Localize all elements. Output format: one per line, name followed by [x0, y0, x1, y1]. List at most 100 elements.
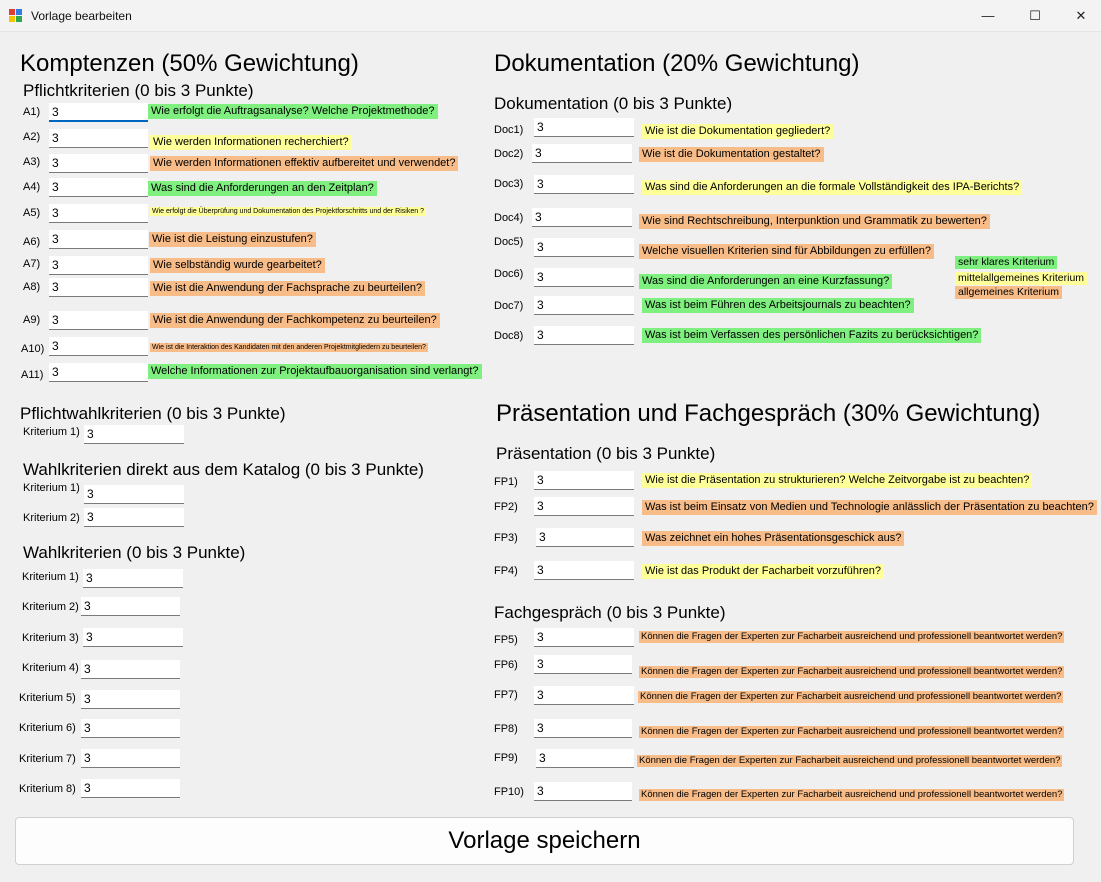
- fachgespraech-title: Fachgespräch (0 bis 3 Punkte): [494, 603, 726, 622]
- score-input-a10[interactable]: 3: [49, 337, 148, 356]
- legend-yellow: mittelallgemeines Kriterium: [955, 272, 1088, 285]
- criterion-question: Wie ist das Produkt der Facharbeit vorzu…: [642, 564, 885, 579]
- section-title-kompetenzen: Komptenzen (50% Gewichtung): [20, 50, 359, 77]
- score-input-wahl-4[interactable]: 3: [81, 660, 180, 679]
- criterion-label: Kriterium 8): [19, 783, 76, 795]
- criterion-label: A7): [23, 258, 41, 270]
- criterion-label: Kriterium 6): [19, 722, 76, 734]
- criterion-label: A6): [23, 236, 41, 248]
- criterion-label: Kriterium 2): [22, 601, 79, 613]
- criterion-label: A4): [23, 181, 41, 193]
- legend-green: sehr klares Kriterium: [955, 256, 1058, 269]
- criterion-label: FP3): [494, 532, 518, 544]
- criterion-label: Kriterium 7): [19, 753, 76, 765]
- score-input-a7[interactable]: 3: [49, 256, 148, 275]
- katalog-title: Wahlkriterien direkt aus dem Katalog (0 …: [23, 460, 424, 479]
- criterion-question: Was ist beim Führen des Arbeitsjournals …: [642, 298, 914, 313]
- criterion-question: Wie werden Informationen recherchiert?: [150, 135, 352, 150]
- criterion-label: FP8): [494, 723, 518, 735]
- criterion-label: Doc6): [494, 268, 524, 280]
- score-input-doc1[interactable]: 3: [534, 118, 634, 137]
- score-input-fp10[interactable]: 3: [534, 782, 632, 801]
- score-input-a5[interactable]: 3: [49, 204, 148, 223]
- score-input-a6[interactable]: 3: [49, 230, 148, 249]
- criterion-question: Können die Fragen der Experten zur Facha…: [637, 755, 1063, 767]
- score-input-fp7[interactable]: 3: [534, 686, 634, 705]
- score-input-doc6[interactable]: 3: [534, 268, 634, 287]
- score-input-wahl-6[interactable]: 3: [81, 719, 180, 738]
- score-input-a2[interactable]: 3: [49, 129, 148, 148]
- score-input-doc4[interactable]: 3: [532, 208, 632, 227]
- score-input-katalog-2[interactable]: 3: [84, 508, 184, 527]
- score-input-fp2[interactable]: 3: [534, 497, 634, 516]
- score-input-a1[interactable]: 3: [49, 103, 148, 122]
- score-input-fp3[interactable]: 3: [536, 528, 634, 547]
- section-title-praesentation: Präsentation und Fachgespräch (30% Gewic…: [496, 400, 1041, 427]
- criterion-question: Können die Fragen der Experten zur Facha…: [639, 631, 1065, 643]
- legend-orange: allgemeines Kriterium: [955, 286, 1062, 299]
- criterion-label: A3): [23, 156, 41, 168]
- criterion-question: Wie werden Informationen effektiv aufber…: [150, 156, 459, 171]
- maximize-button[interactable]: ☐: [1012, 0, 1058, 32]
- criterion-label: A10): [21, 343, 45, 355]
- score-input-wahl-3[interactable]: 3: [83, 628, 183, 647]
- score-input-doc8[interactable]: 3: [534, 326, 634, 345]
- criterion-label: Kriterium 1): [22, 571, 79, 583]
- criterion-question: Welche visuellen Kriterien sind für Abbi…: [639, 244, 935, 259]
- criterion-label: Kriterium 3): [22, 632, 79, 644]
- close-button[interactable]: ✕: [1058, 0, 1101, 32]
- wahl-title: Wahlkriterien (0 bis 3 Punkte): [23, 543, 246, 562]
- criterion-label: Doc4): [494, 212, 524, 224]
- score-input-doc7[interactable]: 3: [534, 296, 634, 315]
- criterion-label: Kriterium 1): [23, 426, 80, 438]
- score-input-doc2[interactable]: 3: [532, 144, 632, 163]
- score-input-a9[interactable]: 3: [49, 311, 148, 330]
- criterion-label: A11): [21, 369, 44, 381]
- score-input-katalog-1[interactable]: 3: [84, 485, 184, 504]
- score-input-wahl-7[interactable]: 3: [81, 749, 180, 768]
- criterion-question: Wie ist die Leistung einzustufen?: [149, 232, 316, 247]
- score-input-wahl-1[interactable]: 3: [83, 569, 183, 588]
- score-input-doc3[interactable]: 3: [534, 175, 634, 194]
- score-input-fp4[interactable]: 3: [534, 561, 634, 580]
- app-icon: [9, 9, 23, 22]
- save-template-button[interactable]: Vorlage speichern: [15, 817, 1074, 865]
- pflichtkriterien-title: Pflichtkriterien (0 bis 3 Punkte): [23, 81, 254, 100]
- criterion-label: FP10): [494, 786, 524, 798]
- score-input-fp6[interactable]: 3: [534, 655, 632, 674]
- score-input-wahl-5[interactable]: 3: [81, 690, 180, 709]
- criterion-label: FP4): [494, 565, 518, 577]
- minimize-button[interactable]: —: [965, 0, 1011, 32]
- score-input-fp9[interactable]: 3: [536, 749, 634, 768]
- pflichtwahl-title: Pflichtwahlkriterien (0 bis 3 Punkte): [20, 404, 286, 423]
- score-input-fp8[interactable]: 3: [534, 719, 632, 738]
- score-input-wahl-2[interactable]: 3: [81, 597, 180, 616]
- score-input-wahl-8[interactable]: 3: [81, 779, 180, 798]
- criterion-label: Kriterium 1): [23, 482, 80, 494]
- criterion-question: Wie ist die Interaktion des Kandidaten m…: [150, 343, 428, 352]
- criterion-question: Was ist beim Einsatz von Medien und Tech…: [642, 500, 1097, 515]
- criterion-label: Doc5): [494, 236, 524, 248]
- criterion-label: A8): [23, 281, 41, 293]
- criterion-label: A2): [23, 131, 41, 143]
- criterion-question: Wie ist die Dokumentation gegliedert?: [642, 124, 834, 139]
- score-input-a11[interactable]: 3: [49, 363, 148, 382]
- criterion-label: FP7): [494, 689, 518, 701]
- criterion-question: Wie erfolgt die Überprüfung und Dokument…: [150, 207, 426, 216]
- window-title: Vorlage bearbeiten: [31, 9, 132, 23]
- score-input-a8[interactable]: 3: [49, 278, 148, 297]
- score-input-fp1[interactable]: 3: [534, 471, 634, 490]
- criterion-question: Wie ist die Anwendung der Fachsprache zu…: [150, 281, 426, 296]
- criterion-label: A9): [23, 314, 41, 326]
- score-input-pflichtwahl-1[interactable]: 3: [84, 425, 184, 444]
- criterion-question: Können die Fragen der Experten zur Facha…: [639, 789, 1065, 801]
- criterion-question: Wie ist die Anwendung der Fachkompetenz …: [150, 313, 440, 328]
- score-input-a4[interactable]: 3: [49, 178, 148, 197]
- score-input-doc5[interactable]: 3: [534, 238, 634, 257]
- criterion-question: Was ist beim Verfassen des persönlichen …: [642, 328, 982, 343]
- criterion-label: FP2): [494, 501, 518, 513]
- criterion-label: FP1): [494, 476, 518, 488]
- score-input-a3[interactable]: 3: [49, 154, 148, 173]
- score-input-fp5[interactable]: 3: [534, 628, 634, 647]
- criterion-question: Welche Informationen zur Projektaufbauor…: [148, 364, 482, 379]
